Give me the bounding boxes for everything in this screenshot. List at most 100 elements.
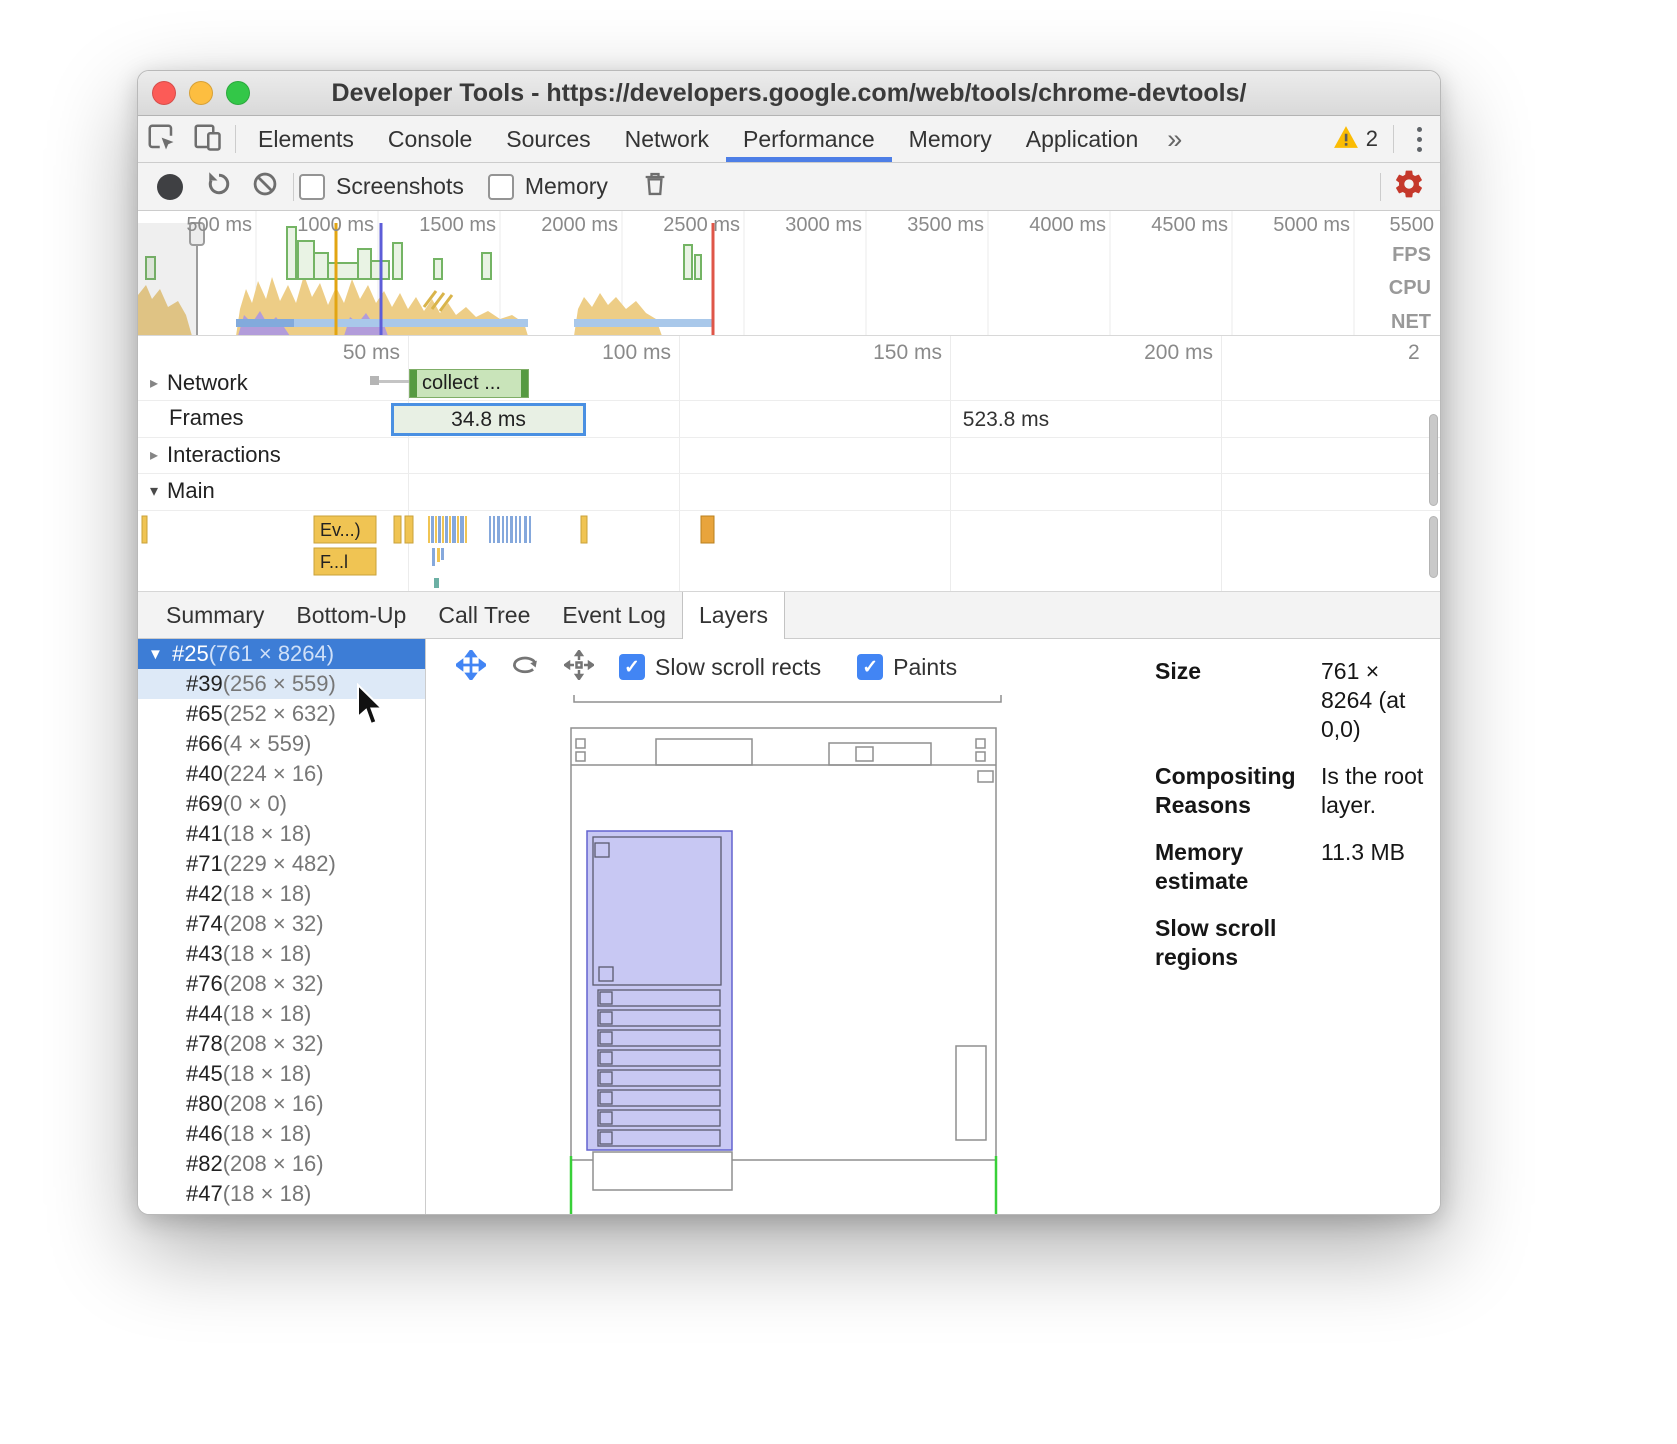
frame-next[interactable]: 523.8 ms xyxy=(906,403,1106,436)
layer-tree-item[interactable]: #39 (256 × 559) xyxy=(138,669,425,699)
checkbox-checked-icon xyxy=(857,654,883,680)
layer-tree-item[interactable]: #69 (0 × 0) xyxy=(138,789,425,819)
overview-tick: 3500 ms xyxy=(874,214,984,237)
overview-tick: 3000 ms xyxy=(752,214,862,237)
layer-size: (208 × 16) xyxy=(223,1091,324,1117)
vertical-scrollbar[interactable] xyxy=(1429,516,1438,578)
zoom-button[interactable] xyxy=(226,81,250,105)
layer-tree-item[interactable]: #65 (252 × 632) xyxy=(138,699,425,729)
tab-sources[interactable]: Sources xyxy=(489,116,607,162)
detail-label-slow-scroll-regions: Slow scroll regions xyxy=(1155,914,1305,972)
layer-id: #76 xyxy=(186,971,223,997)
memory-checkbox[interactable]: Memory xyxy=(488,173,608,200)
layer-details: Size 761 × 8264 (at 0,0) Compositing Rea… xyxy=(1135,639,1440,972)
network-request-bar[interactable]: collect ... xyxy=(409,369,529,398)
layer-size: (18 × 18) xyxy=(223,1181,312,1207)
menu-kebab-button[interactable] xyxy=(1399,127,1440,152)
expander-icon[interactable]: ▼ xyxy=(148,646,172,663)
layer-size: (208 × 32) xyxy=(223,1031,324,1057)
layer-id: #82 xyxy=(186,1151,223,1177)
tab-call-tree[interactable]: Call Tree xyxy=(422,592,546,638)
layer-id: #42 xyxy=(186,881,223,907)
console-warnings-badge[interactable]: 2 xyxy=(1323,125,1388,154)
pan-mode-button[interactable] xyxy=(449,645,493,689)
inspect-element-button[interactable] xyxy=(138,116,184,162)
layer-id: #45 xyxy=(186,1061,223,1087)
layer-tree-item[interactable]: ▼ #25 (761 × 8264) xyxy=(138,639,425,669)
layer-id: #43 xyxy=(186,941,223,967)
ruler-tick: 50 ms xyxy=(270,341,400,365)
tab-console[interactable]: Console xyxy=(371,116,489,162)
window-controls xyxy=(152,81,250,105)
tab-application[interactable]: Application xyxy=(1009,116,1156,162)
layer-size: (18 × 18) xyxy=(223,1001,312,1027)
frame-duration: 34.8 ms xyxy=(451,408,526,432)
clear-recording-button[interactable] xyxy=(242,164,288,210)
rotate-mode-button[interactable] xyxy=(503,645,547,689)
layer-tree-item[interactable]: #76 (208 × 32) xyxy=(138,969,425,999)
vertical-scrollbar[interactable] xyxy=(1429,414,1438,506)
tab-performance[interactable]: Performance xyxy=(726,116,892,162)
layer-size: (256 × 559) xyxy=(223,671,336,697)
interactions-track-header[interactable]: ▸ Interactions xyxy=(150,439,281,471)
timeline-overview[interactable]: 500 ms 1000 ms 1500 ms 2000 ms 2500 ms 3… xyxy=(138,211,1440,336)
layer-tree-item[interactable]: #42 (18 × 18) xyxy=(138,879,425,909)
close-button[interactable] xyxy=(152,81,176,105)
device-toolbar-icon xyxy=(192,122,222,157)
layer-tree-item[interactable]: #78 (208 × 32) xyxy=(138,1029,425,1059)
garbage-collect-button[interactable] xyxy=(632,164,678,210)
layer-tree-item[interactable]: #43 (18 × 18) xyxy=(138,939,425,969)
screenshots-label: Screenshots xyxy=(336,173,464,200)
tab-layers[interactable]: Layers xyxy=(682,592,785,639)
layer-tree-item[interactable]: #71 (229 × 482) xyxy=(138,849,425,879)
paints-checkbox[interactable]: Paints xyxy=(857,654,957,681)
performance-toolbar: Screenshots Memory xyxy=(138,163,1440,211)
tab-bottom-up[interactable]: Bottom-Up xyxy=(280,592,422,638)
minimize-button[interactable] xyxy=(189,81,213,105)
devtools-window: Developer Tools - https://developers.goo… xyxy=(137,70,1441,1215)
detail-label-memory-estimate: Memory estimate xyxy=(1155,838,1305,896)
layer-size: (224 × 16) xyxy=(223,761,324,787)
main-track-header[interactable]: ▾ Main xyxy=(150,475,215,507)
main-flame-chart[interactable]: Ev...) F...l xyxy=(138,511,1429,591)
layer-id: #74 xyxy=(186,911,223,937)
device-toolbar-button[interactable] xyxy=(184,116,230,162)
tab-summary[interactable]: Summary xyxy=(150,592,280,638)
slow-scroll-rects-checkbox[interactable]: Slow scroll rects xyxy=(619,654,821,681)
screenshots-checkbox[interactable]: Screenshots xyxy=(299,173,464,200)
detail-value-slow-scroll-regions xyxy=(1321,914,1426,972)
clear-icon xyxy=(251,170,279,203)
layer-tree-item[interactable]: #40 (224 × 16) xyxy=(138,759,425,789)
capture-settings-button[interactable] xyxy=(1386,164,1432,210)
layer-tree-item[interactable]: #46 (18 × 18) xyxy=(138,1119,425,1149)
tab-event-log[interactable]: Event Log xyxy=(546,592,682,638)
layer-tree-item[interactable]: #74 (208 × 32) xyxy=(138,909,425,939)
layer-tree-item[interactable]: #66 (4 × 559) xyxy=(138,729,425,759)
layer-tree-item[interactable]: #82 (208 × 16) xyxy=(138,1149,425,1179)
layer-tree-item[interactable]: #45 (18 × 18) xyxy=(138,1059,425,1089)
network-track-header[interactable]: ▸ Network xyxy=(150,367,248,399)
network-bar-cap xyxy=(410,370,417,397)
layer-tree-item[interactable]: #47 (18 × 18) xyxy=(138,1179,425,1209)
more-tabs-button[interactable]: » xyxy=(1155,124,1194,155)
tab-network[interactable]: Network xyxy=(608,116,726,162)
reset-view-button[interactable] xyxy=(557,645,601,689)
overview-tick: 1500 ms xyxy=(386,214,496,237)
layer-tree-item[interactable]: #80 (208 × 16) xyxy=(138,1089,425,1119)
frame-selected[interactable]: 34.8 ms xyxy=(391,403,586,436)
layer-size: (18 × 18) xyxy=(223,1061,312,1087)
detail-value-compositing-reasons: Is the root layer. xyxy=(1321,762,1426,820)
separator xyxy=(1393,125,1394,153)
record-button[interactable] xyxy=(157,174,183,200)
layer-id: #44 xyxy=(186,1001,223,1027)
tab-memory[interactable]: Memory xyxy=(892,116,1009,162)
layer-size: (4 × 559) xyxy=(223,731,312,757)
reload-and-profile-button[interactable] xyxy=(196,164,242,210)
layer-tree-item[interactable]: #41 (18 × 18) xyxy=(138,819,425,849)
gear-icon xyxy=(1393,168,1425,205)
overview-tick: 4000 ms xyxy=(996,214,1106,237)
layer-tree-item[interactable]: #44 (18 × 18) xyxy=(138,999,425,1029)
layers-3d-viewport[interactable] xyxy=(427,695,1135,1214)
reset-view-icon xyxy=(564,650,594,685)
tab-elements[interactable]: Elements xyxy=(241,116,371,162)
